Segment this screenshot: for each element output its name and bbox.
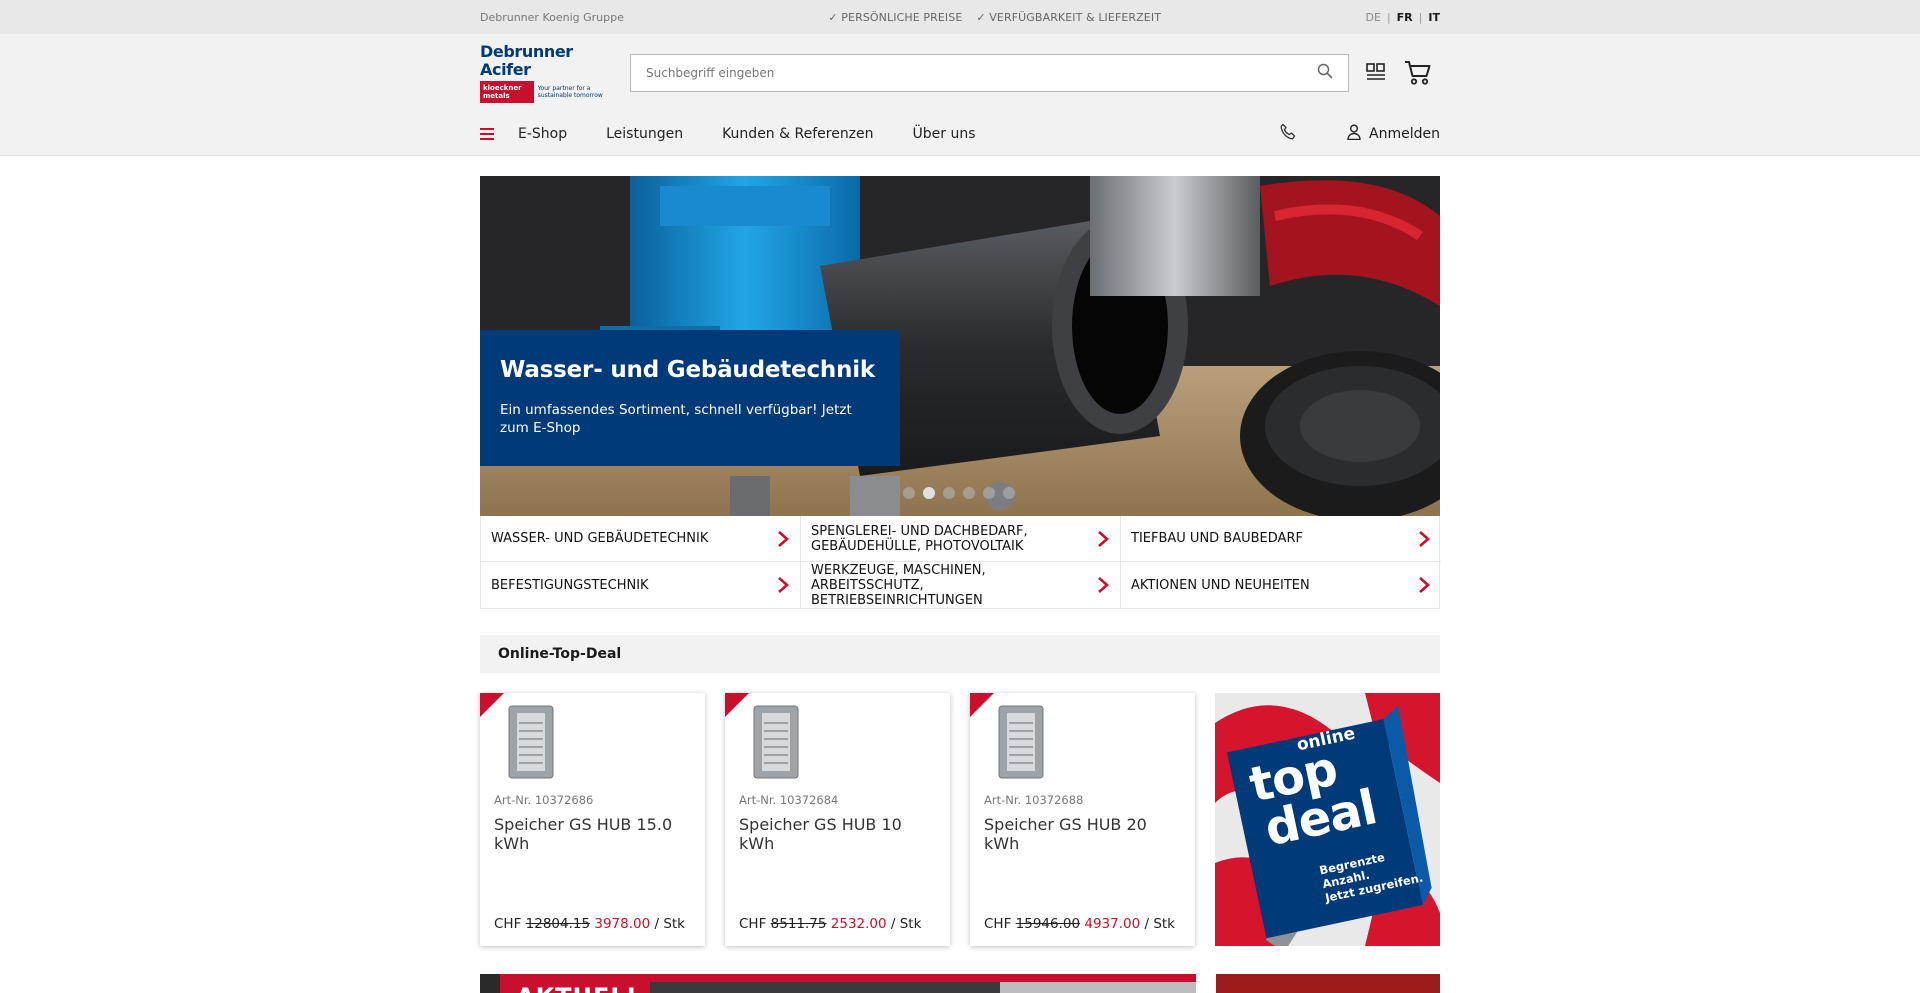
menu-icon[interactable] [480,128,494,140]
top-deal-list: Art-Nr. 10372686 Speicher GS HUB 15.0 kW… [480,693,1440,946]
slider-dots [903,487,1015,499]
slider-dot[interactable] [983,487,995,499]
news-banner-label: AKTUELL [516,983,643,993]
product-card[interactable]: Art-Nr. 10372684 Speicher GS HUB 10 kWh … [725,693,950,946]
old-price: 12804.15 [525,916,591,932]
usp-list: PERSÖNLICHE PREISE VERFÜGBARKEIT & LIEFE… [828,11,1161,24]
slider-dot[interactable] [943,487,955,499]
article-number: Art-Nr. 10372684 [739,793,839,807]
search-icon[interactable] [1317,63,1333,83]
category-water-building[interactable]: WASSER- UND GEBÄUDETECHNIK [481,516,801,562]
nav-customers[interactable]: Kunden & Referenzen [722,126,873,142]
deal-corner-badge [480,693,504,717]
hero-caption[interactable]: Wasser- und Gebäudetechnik Ein umfassend… [480,330,900,466]
deal-corner-badge [970,693,994,717]
side-banner[interactable] [1216,974,1440,993]
lang-fr[interactable]: FR [1397,11,1413,24]
chevron-right-icon [1098,577,1109,593]
lang-de[interactable]: DE [1366,11,1381,24]
product-image [998,705,1044,779]
slider-dot[interactable] [1003,487,1015,499]
hero-text: Ein umfassendes Sortiment, schnell verfü… [500,402,852,436]
search-bar [630,54,1349,92]
lang-it[interactable]: IT [1428,11,1440,24]
category-fastening[interactable]: BEFESTIGUNGSTECHNIK [481,562,801,608]
product-card[interactable]: Art-Nr. 10372688 Speicher GS HUB 20 kWh … [970,693,1195,946]
nav-services[interactable]: Leistungen [606,126,683,142]
product-image [508,705,554,779]
chevron-right-icon [1419,577,1430,593]
logo-sub-brand: kloeckner metals [480,81,534,103]
slider-dot-active[interactable] [923,487,935,499]
promo-text: online top deal Begrenzte Anzahl. Jetzt … [1244,723,1425,905]
product-price: CHF 8511.75 2532.00 / Stk [739,916,922,932]
category-grid: WASSER- UND GEBÄUDETECHNIK SPENGLEREI- U… [480,516,1441,609]
nav-about[interactable]: Über uns [913,126,976,142]
logo-tagline: Your partner for a sustainable tomorrow [537,85,603,99]
new-price: 3978.00 [594,916,651,932]
chevron-right-icon [1419,530,1430,547]
product-image [753,705,799,779]
site-header: Debrunner Acifer kloeckner metals Your p… [0,34,1920,156]
old-price: 8511.75 [770,916,827,932]
usp-availability: VERFÜGBARKEIT & LIEFERZEIT [976,11,1161,24]
category-roofing-pv[interactable]: SPENGLEREI- UND DACHBEDARF, GEBÄUDEHÜLLE… [801,516,1121,562]
main-nav: E-Shop Leistungen Kunden & Referenzen Üb… [518,126,976,142]
login-label: Anmelden [1369,126,1440,142]
chevron-right-icon [778,577,789,593]
login-button[interactable]: Anmelden [1347,124,1440,144]
news-section: AKTUELL [480,974,1440,993]
top-deal-promo-banner[interactable]: online top deal Begrenzte Anzahl. Jetzt … [1215,693,1440,946]
new-price: 2532.00 [830,916,887,932]
logo[interactable]: Debrunner Acifer kloeckner metals Your p… [480,43,622,103]
logo-brand: Debrunner Acifer [480,42,573,79]
slider-dot[interactable] [903,487,915,499]
usp-personal-prices: PERSÖNLICHE PREISE [828,11,962,24]
product-price: CHF 15946.00 4937.00 / Stk [984,916,1176,932]
category-civil-engineering[interactable]: TIEFBAU UND BAUBEDARF [1121,516,1441,562]
product-card[interactable]: Art-Nr. 10372686 Speicher GS HUB 15.0 kW… [480,693,705,946]
news-banner[interactable]: AKTUELL [480,974,1197,993]
search-input[interactable] [646,66,1317,80]
product-price: CHF 12804.15 3978.00 / Stk [494,916,686,932]
nav-eshop[interactable]: E-Shop [518,126,567,142]
article-number: Art-Nr. 10372688 [984,793,1084,807]
hero-title: Wasser- und Gebäudetechnik [500,357,876,383]
language-switcher: DE | FR | IT [1365,10,1440,24]
user-icon [1347,124,1361,144]
product-name[interactable]: Speicher GS HUB 15.0 kWh [494,815,691,853]
category-tools-machines[interactable]: WERKZEUGE, MASCHINEN, ARBEITSSCHUTZ, BET… [801,562,1121,608]
category-promotions[interactable]: AKTIONEN UND NEUHEITEN [1121,562,1441,608]
slider-dot[interactable] [963,487,975,499]
top-bar: Debrunner Koenig Gruppe PERSÖNLICHE PREI… [0,0,1920,34]
group-name[interactable]: Debrunner Koenig Gruppe [480,11,624,24]
chevron-right-icon [778,530,789,547]
chevron-right-icon [1098,530,1109,547]
deal-corner-badge [725,693,749,717]
cart-icon[interactable] [1403,58,1433,88]
new-price: 4937.00 [1084,916,1141,932]
product-name[interactable]: Speicher GS HUB 20 kWh [984,815,1181,853]
product-name[interactable]: Speicher GS HUB 10 kWh [739,815,936,853]
top-deal-heading: Online-Top-Deal [480,635,1440,673]
quick-order-icon[interactable] [1361,58,1391,88]
hero-slider[interactable]: Wasser- und Gebäudetechnik Ein umfassend… [480,176,1440,516]
article-number: Art-Nr. 10372686 [494,793,594,807]
phone-icon[interactable] [1279,123,1297,145]
old-price: 15946.00 [1015,916,1081,932]
